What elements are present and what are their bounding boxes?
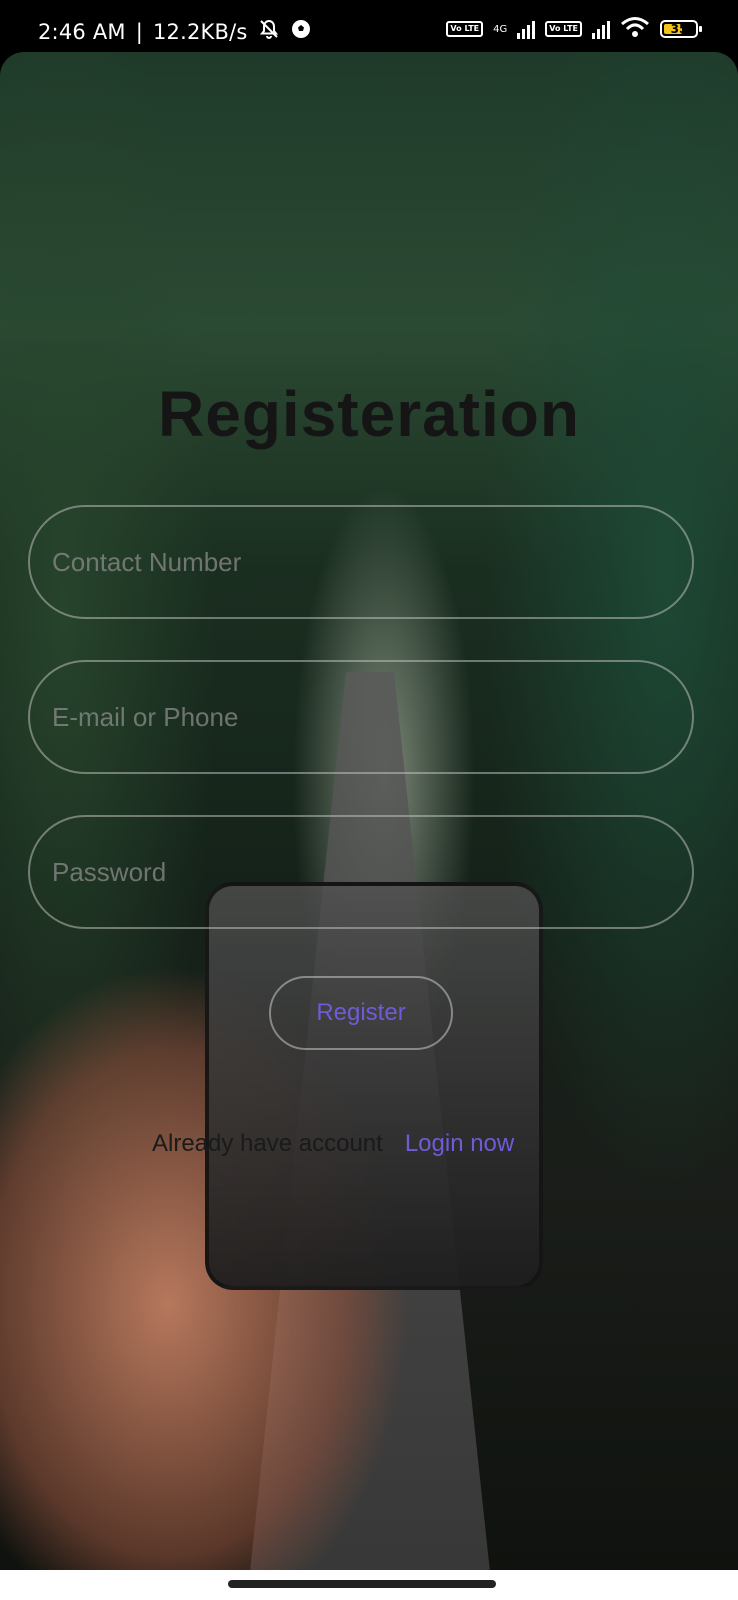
battery-icon: 35 <box>660 20 702 38</box>
status-left: 2:46 AM | 12.2KB/s <box>38 18 312 45</box>
network-type: 4G <box>493 23 508 35</box>
login-now-link[interactable]: Login now <box>405 1130 514 1157</box>
volte-icon-2: Vo LTE <box>545 21 582 37</box>
password-field[interactable] <box>28 815 694 929</box>
status-bar: 2:46 AM | 12.2KB/s Vo LTE 4G Vo LTE 35 <box>0 0 738 52</box>
navigation-bar <box>0 1570 738 1600</box>
password-input[interactable] <box>30 817 692 927</box>
status-separator: | <box>135 19 143 44</box>
clock: 2:46 AM <box>38 19 126 44</box>
soccer-ball-icon <box>290 18 312 45</box>
page-title: Registeration <box>158 378 580 450</box>
email-input[interactable] <box>30 662 692 772</box>
wifi-icon <box>620 16 650 42</box>
login-prompt: Already have account <box>152 1130 383 1157</box>
contact-number-field[interactable] <box>28 505 694 619</box>
home-indicator[interactable] <box>228 1580 496 1588</box>
battery-level: 35 <box>670 22 688 36</box>
contact-number-input[interactable] <box>30 507 692 617</box>
signal-icon-2 <box>592 19 610 39</box>
status-right: Vo LTE 4G Vo LTE 35 <box>446 16 702 42</box>
bell-off-icon <box>258 18 280 45</box>
phone-in-hand <box>205 882 543 1290</box>
email-field[interactable] <box>28 660 694 774</box>
network-speed: 12.2KB/s <box>153 19 248 44</box>
login-row: Already have account Login now <box>152 1130 602 1158</box>
register-button[interactable]: Register <box>269 976 453 1050</box>
background-image: Registeration Register Already have acco… <box>0 52 738 1570</box>
volte-icon: Vo LTE <box>446 21 484 37</box>
signal-icon <box>517 19 536 39</box>
